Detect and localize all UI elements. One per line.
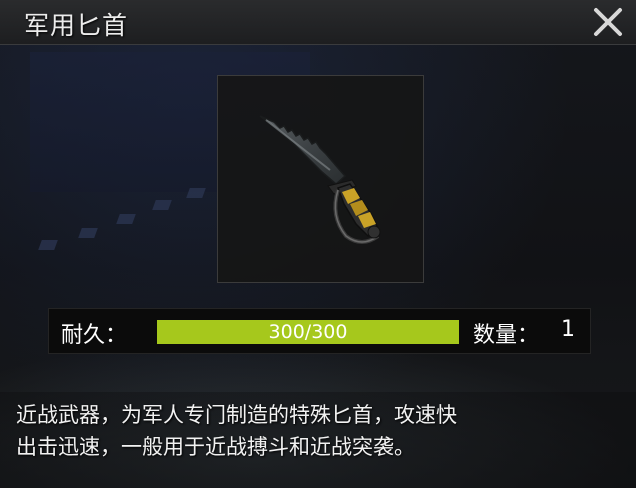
- quantity-value: 1: [561, 317, 575, 342]
- quantity-label: 数量：: [473, 323, 540, 348]
- dialog-title: 军用匕首: [24, 11, 129, 40]
- close-button[interactable]: [588, 2, 628, 42]
- durability-track: 300/300: [157, 320, 459, 344]
- dialog-title-bar: 军用匕首: [0, 0, 636, 45]
- item-icon-frame: [217, 75, 424, 283]
- durability-label: 耐久：: [61, 323, 128, 348]
- description-line-1: 近战武器，为军人专门制造的特殊匕首，攻速快: [16, 403, 457, 427]
- close-icon: [594, 8, 622, 36]
- combat-knife-icon: [259, 115, 381, 244]
- durability-value: 300/300: [268, 321, 348, 343]
- item-description: 近战武器，为军人专门制造的特殊匕首，攻速快 出击迅速，一般用于近战搏斗和近战突袭…: [0, 392, 636, 488]
- description-line-2: 出击迅速，一般用于近战搏斗和近战突袭。: [16, 435, 415, 459]
- item-stats-bar: 耐久： 300/300 数量： 1: [48, 308, 591, 354]
